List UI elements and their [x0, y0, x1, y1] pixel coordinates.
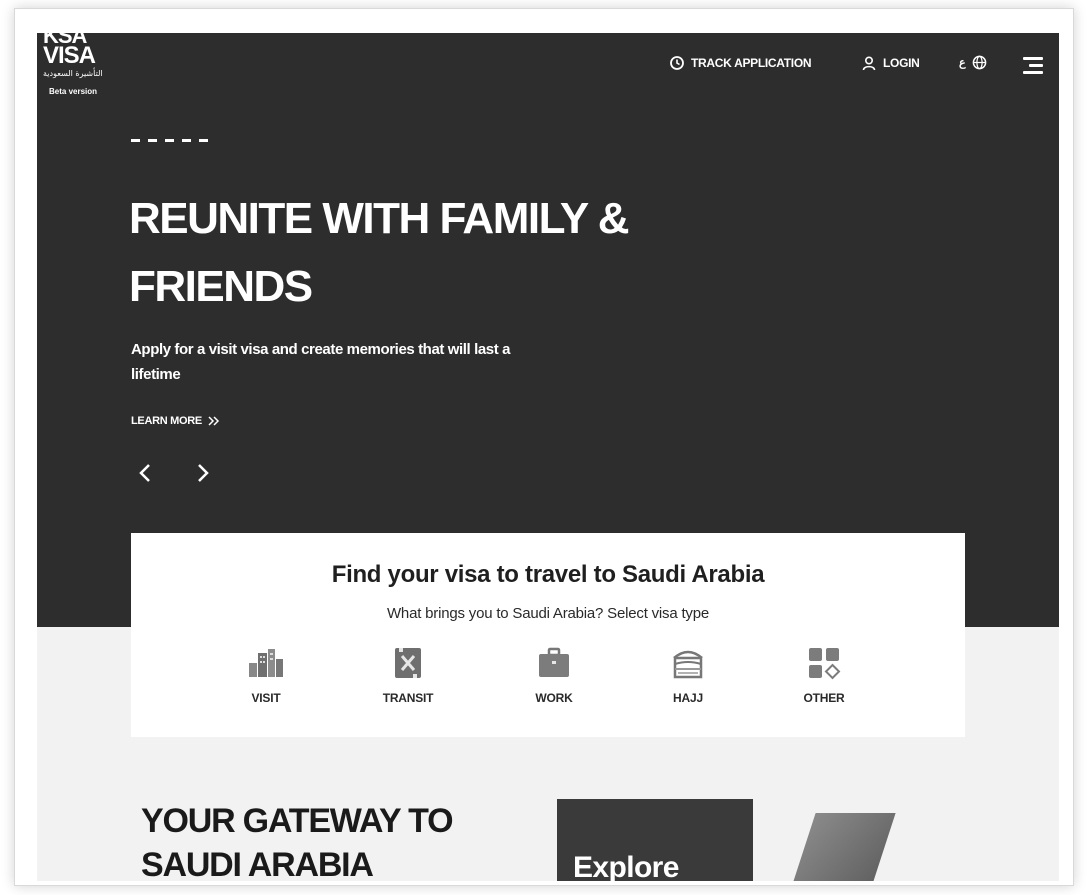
visa-finder-card: Find your visa to travel to Saudi Arabia… — [131, 533, 965, 737]
browser-frame: KSA VISA التأشيرة السعودية Beta version … — [14, 8, 1074, 886]
visa-type-label: WORK — [535, 691, 573, 705]
slide-dot[interactable] — [148, 139, 157, 142]
learn-more-link[interactable]: LEARN MORE — [131, 415, 220, 427]
briefcase-icon — [539, 647, 569, 677]
slide-dot[interactable] — [182, 139, 191, 142]
visa-type-label: VISIT — [251, 691, 281, 705]
page: KSA VISA التأشيرة السعودية Beta version … — [37, 33, 1059, 881]
slide-dot[interactable] — [131, 139, 140, 142]
visa-finder-subtitle: What brings you to Saudi Arabia? Select … — [386, 605, 710, 622]
explore-card[interactable]: Explore — [557, 799, 753, 881]
slide-dot[interactable] — [165, 139, 174, 142]
language-switch[interactable]: ع — [959, 55, 987, 70]
prev-slide-button[interactable] — [135, 457, 155, 489]
track-application-label: TRACK APPLICATION — [691, 56, 812, 70]
language-label: ع — [959, 57, 966, 69]
kaaba-icon — [673, 650, 703, 679]
slide-dot[interactable] — [199, 139, 208, 142]
transit-icon — [395, 648, 421, 678]
visa-type-label: OTHER — [803, 691, 845, 705]
visa-type-label: TRANSIT — [382, 691, 434, 705]
gateway-heading: YOUR GATEWAY TO SAUDI ARABIA — [141, 802, 454, 881]
learn-more-label: LEARN MORE — [131, 415, 202, 427]
top-nav: TRACK APPLICATION LOGIN ع — [37, 55, 1059, 79]
visa-type-work[interactable]: WORK — [509, 643, 599, 705]
chevron-right-icon — [198, 464, 209, 482]
visa-type-transit[interactable]: TRANSIT — [363, 643, 453, 705]
login-link[interactable]: LOGIN — [861, 55, 920, 71]
visa-type-hajj[interactable]: HAJJ — [643, 643, 733, 705]
globe-icon — [972, 55, 986, 70]
decorative-slanted-image — [786, 813, 896, 881]
login-label: LOGIN — [883, 56, 920, 70]
beta-version-label: Beta version — [49, 87, 98, 96]
carousel-arrows — [135, 457, 213, 489]
visa-type-list: VISIT TRANSIT WORK HAJJ OTHER — [131, 643, 965, 713]
city-buildings-icon — [249, 649, 283, 677]
clock-refresh-icon — [670, 56, 684, 70]
hero-subtitle: Apply for a visit visa and create memori… — [131, 341, 511, 383]
slide-indicators[interactable] — [131, 139, 208, 142]
chevron-left-icon — [139, 464, 150, 482]
user-icon — [862, 56, 876, 71]
grid-shapes-icon — [809, 648, 841, 680]
visa-type-visit[interactable]: VISIT — [221, 643, 311, 705]
hamburger-menu-icon[interactable] — [1023, 57, 1043, 78]
double-chevron-right-icon — [208, 416, 220, 426]
explore-label: Explore — [573, 851, 679, 881]
next-slide-button[interactable] — [193, 457, 213, 489]
track-application-link[interactable]: TRACK APPLICATION — [669, 55, 812, 71]
visa-type-label: HAJJ — [673, 691, 703, 705]
hero-title: REUNITE WITH FAMILY & FRIENDS — [129, 194, 629, 311]
visa-type-other[interactable]: OTHER — [779, 643, 869, 705]
visa-finder-title: Find your visa to travel to Saudi Arabia — [331, 561, 765, 588]
